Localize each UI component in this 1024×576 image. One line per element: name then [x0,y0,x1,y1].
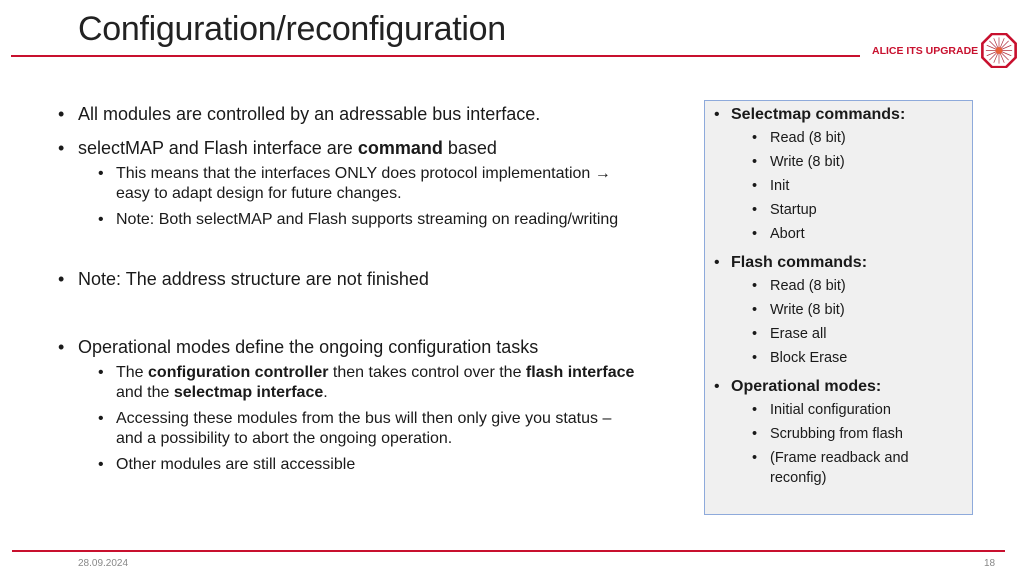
brand-label: ALICE ITS UPGRADE [872,45,979,57]
mode-item: Scrubbing from flash [705,422,972,446]
operational-modes-heading: Operational modes: [705,376,972,398]
bullet-command-based: selectMAP and Flash interface are comman… [58,137,688,159]
sub-bullet-status: Accessing these modules from the bus wil… [58,409,688,449]
sub-bullet-protocol: This means that the interfaces ONLY does… [58,164,688,204]
bullet-bus-interface: All modules are controlled by an adressa… [58,103,688,125]
flash-heading: Flash commands: [705,252,972,274]
title-divider [11,55,860,57]
flash-item: Write (8 bit) [705,298,972,322]
flash-item: Erase all [705,322,972,346]
footer-divider [12,550,1005,552]
bullet-address-structure: Note: The address structure are not fini… [58,268,688,290]
flash-item: Read (8 bit) [705,274,972,298]
flash-item: Block Erase [705,346,972,370]
sub-bullet-controller: The configuration controller then takes … [58,363,688,403]
main-content: All modules are controlled by an adressa… [58,103,688,475]
bullet-operational-modes: Operational modes define the ongoing con… [58,336,688,358]
slide-title: Configuration/reconfiguration [78,10,506,48]
selectmap-item: Abort [705,222,972,246]
selectmap-item: Write (8 bit) [705,150,972,174]
sub-bullet-accessible: Other modules are still accessible [58,455,688,475]
selectmap-heading: Selectmap commands: [705,104,972,126]
mode-item: (Frame readback andreconfig) [705,448,972,488]
commands-sidebox: Selectmap commands: Read (8 bit) Write (… [704,100,973,515]
selectmap-item: Init [705,174,972,198]
selectmap-item: Read (8 bit) [705,126,972,150]
alice-logo-icon [981,33,1017,68]
page-number: 18 [984,558,996,569]
sub-bullet-streaming: Note: Both selectMAP and Flash supports … [58,210,688,230]
mode-item: Initial configuration [705,398,972,422]
footer-date: 28.09.2024 [78,558,129,569]
selectmap-item: Startup [705,198,972,222]
